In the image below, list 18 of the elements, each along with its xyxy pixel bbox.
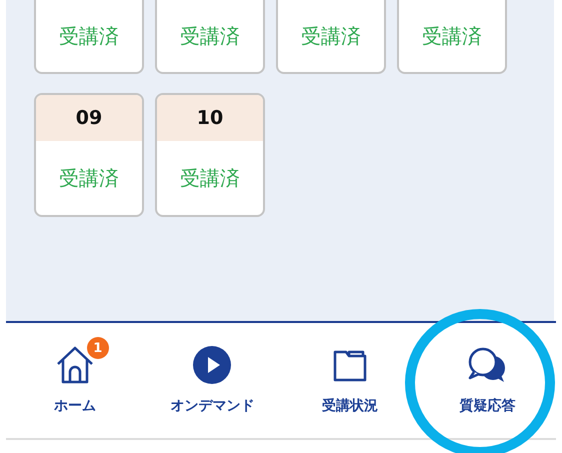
chat-bubbles-icon: [467, 346, 508, 384]
nav-tab[interactable]: 1 ホーム: [6, 323, 144, 438]
home-icon: [54, 345, 95, 385]
lesson-card[interactable]: 10 受講済: [155, 93, 265, 217]
lesson-status: 受講済: [421, 22, 483, 50]
lesson-card[interactable]: 09 受講済: [34, 93, 144, 217]
play-icon: [193, 346, 232, 384]
lesson-status: 受講済: [58, 22, 120, 50]
nav-tab[interactable]: 受講状況: [281, 323, 418, 438]
nav-tab[interactable]: オンデマンド: [144, 323, 281, 438]
lesson-status: 受講済: [58, 164, 120, 192]
lesson-status: 受講済: [179, 22, 241, 50]
lesson-number: 10: [157, 95, 263, 141]
lesson-status: 受講済: [179, 164, 241, 192]
folder-icon: [332, 348, 367, 382]
lesson-status: 受講済: [300, 22, 362, 50]
lesson-number: 09: [36, 95, 142, 141]
notification-badge: 1: [86, 337, 109, 359]
